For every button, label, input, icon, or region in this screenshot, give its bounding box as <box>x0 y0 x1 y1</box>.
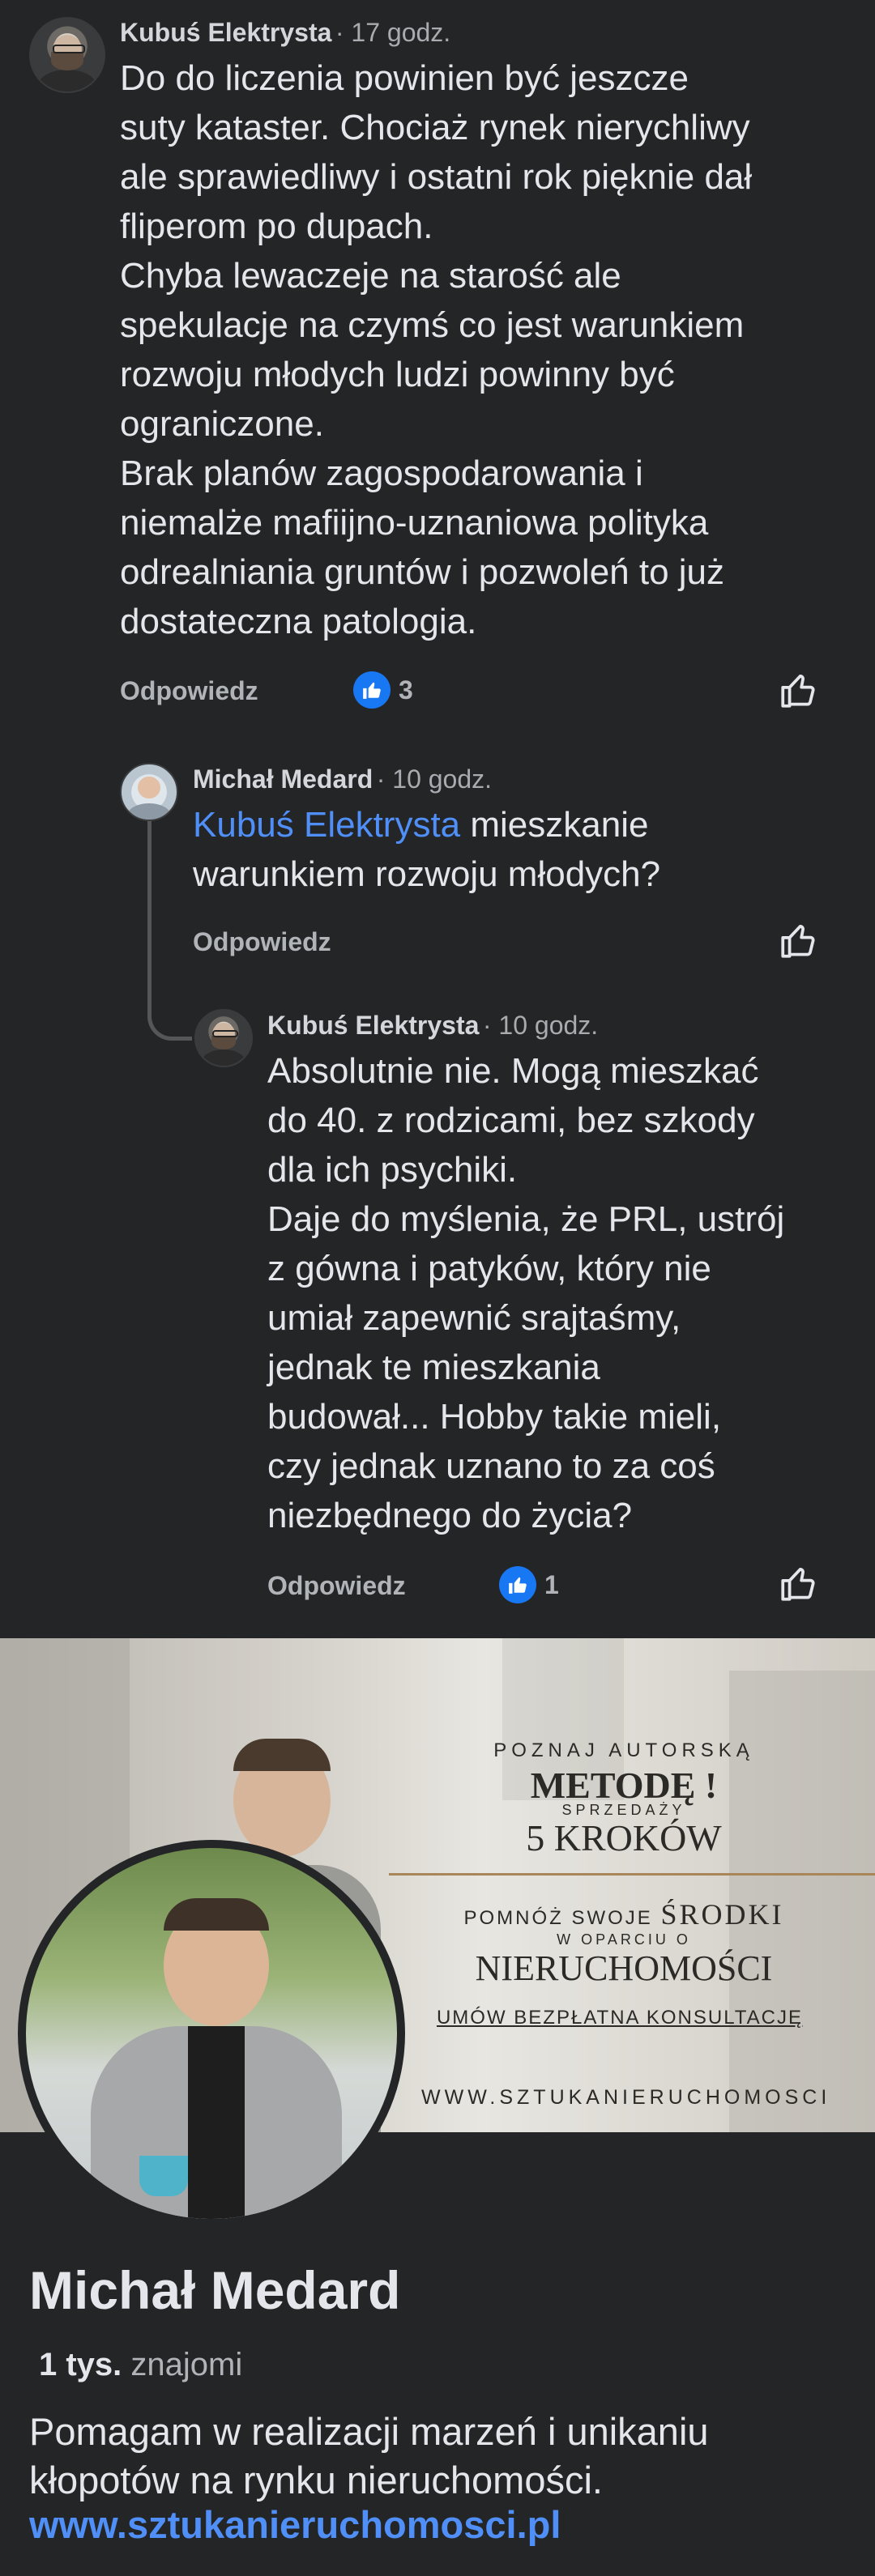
comment-text: Absolutnie nie. Mogą mieszkać do 40. z r… <box>267 1051 785 1535</box>
reaction-count[interactable]: 3 <box>353 671 413 709</box>
like-icon <box>499 1566 536 1603</box>
profile-website-link[interactable]: www.sztukanieruchomosci.pl <box>29 2502 561 2547</box>
avatar[interactable] <box>29 17 105 93</box>
comment-author[interactable]: Michał Medard <box>193 764 373 794</box>
banner-line: UMÓW BEZPŁATNA KONSULTACJĘ <box>436 2007 804 2029</box>
banner-line: W OPARCIU O <box>557 1931 691 1948</box>
mention-link[interactable]: Kubuś Elektrysta <box>193 805 460 845</box>
comment-time[interactable]: · 10 godz. <box>377 764 492 794</box>
avatar[interactable] <box>120 763 178 821</box>
thread-line <box>147 818 152 980</box>
comment-time[interactable]: · 10 godz. <box>483 1011 598 1040</box>
thread-connector <box>147 972 192 1041</box>
comment-author[interactable]: Kubuś Elektrysta <box>120 18 331 47</box>
reply-button[interactable]: Odpowiedz <box>267 1571 406 1601</box>
banner-line: 5 KROKÓW <box>526 1817 722 1859</box>
banner-line: NIERUCHOMOŚCI <box>475 1948 773 1988</box>
banner-line: METODĘ ! <box>530 1765 718 1806</box>
banner-line: POZNAJ AUTORSKĄ <box>493 1739 754 1761</box>
comment-time[interactable]: · 17 godz. <box>335 18 450 47</box>
like-count: 3 <box>399 675 413 705</box>
like-outline-icon[interactable] <box>778 921 818 961</box>
profile-bio: Pomagam w realizacji marzeń i unikaniu k… <box>29 2410 709 2501</box>
like-outline-icon[interactable] <box>778 671 818 711</box>
profile-picture[interactable] <box>18 1840 405 2227</box>
friends-count[interactable]: 1 tys. znajomi <box>39 2347 242 2383</box>
comment-text: Kubuś Elektrysta mieszkanie warunkiem roz… <box>193 805 661 894</box>
reply-button[interactable]: Odpowiedz <box>120 676 258 706</box>
like-icon <box>353 671 391 709</box>
like-count: 1 <box>544 1569 559 1599</box>
reaction-count[interactable]: 1 <box>499 1566 559 1603</box>
banner-divider <box>389 1873 875 1876</box>
comment-text: Do do liczenia powinien być jeszcze suty… <box>120 58 753 641</box>
avatar[interactable] <box>194 1009 253 1067</box>
profile-name: Michał Medard <box>29 2260 401 2320</box>
like-outline-icon[interactable] <box>778 1564 818 1604</box>
banner-line: POMNÓŻ SWOJE ŚRODKI <box>463 1898 784 1931</box>
comment-author[interactable]: Kubuś Elektrysta <box>267 1011 479 1040</box>
banner-line: WWW.SZTUKANIERUCHOMOSCI <box>421 2086 831 2109</box>
reply-button[interactable]: Odpowiedz <box>193 927 331 957</box>
